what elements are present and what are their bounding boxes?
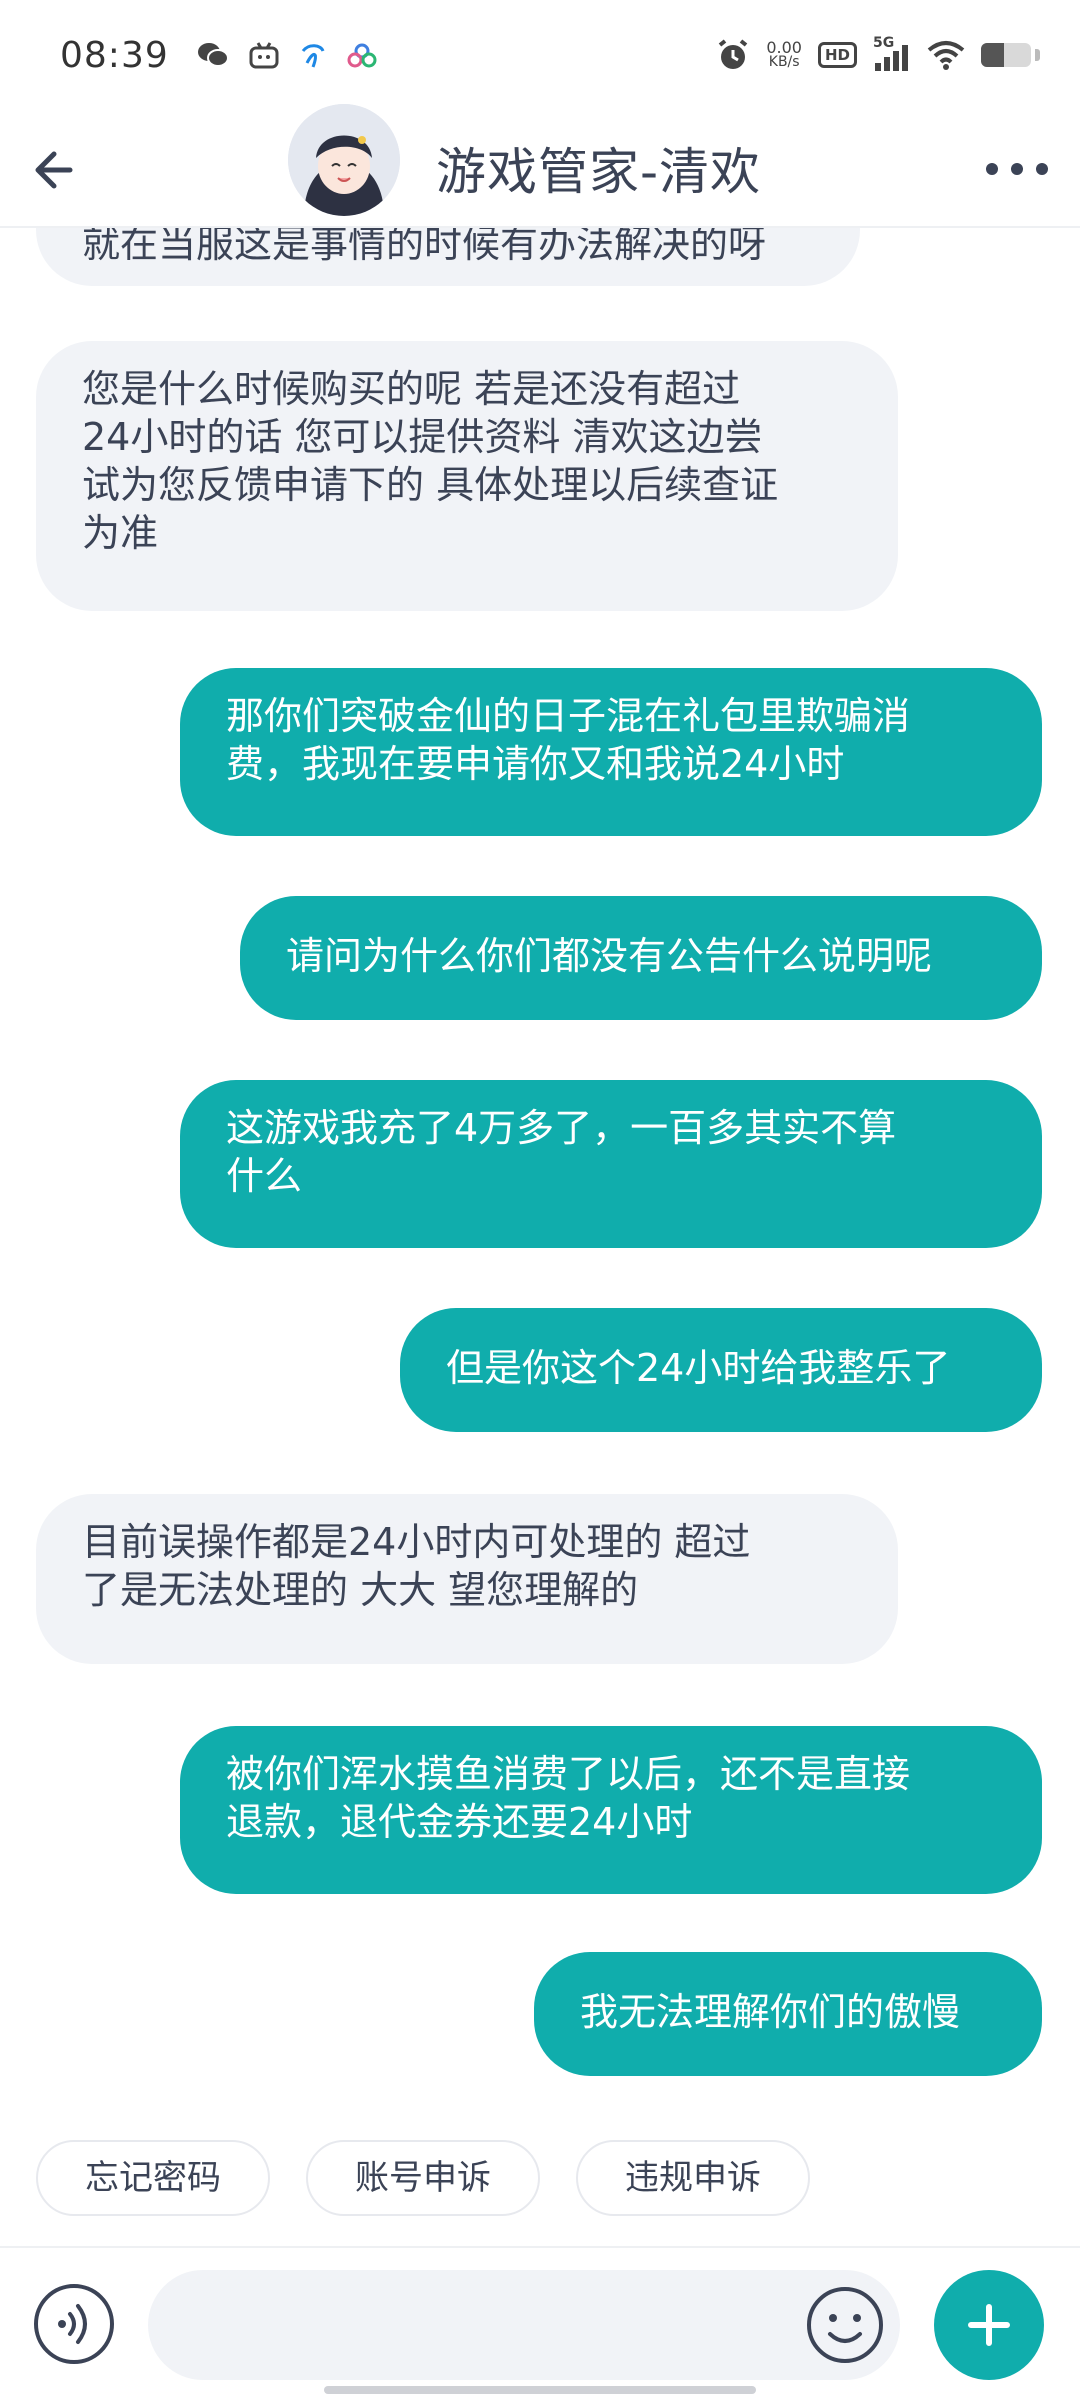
quick-reply-account-appeal[interactable]: 账号申诉 [306,2140,540,2216]
avatar[interactable] [288,104,400,216]
network-type-label: 5G [873,35,895,51]
page-title: 游戏管家-清欢 [436,143,762,201]
back-arrow-icon[interactable] [26,140,86,200]
battery-level [981,43,1004,67]
avatar-image [288,104,400,216]
message-list[interactable]: 就在当服这是事情的时候有办法解决的呀 您是什么时候购买的呢 若是还没有超过 24… [0,226,1080,2126]
quick-reply-forgot-password[interactable]: 忘记密码 [36,2140,270,2216]
more-options-icon[interactable] [982,144,1052,194]
status-app-icons [197,41,377,69]
cellular-signal: 5G [873,35,911,71]
telecom-icon [301,44,325,68]
message-bubble-outgoing[interactable]: 请问为什么你们都没有公告什么说明呢 [240,896,1042,1020]
emoji-icon[interactable] [804,2284,886,2366]
chat-header: 游戏管家-清欢 [0,104,1080,228]
battery-icon [981,43,1031,67]
input-bar [0,2246,1080,2402]
bilibili-icon [249,42,279,69]
message-bubble-outgoing[interactable]: 我无法理解你们的傲慢 [534,1952,1042,2076]
cloud-icon [347,43,377,68]
battery-cap [1035,49,1040,61]
add-attachment-button[interactable] [934,2270,1044,2380]
quick-reply-bar: 忘记密码 账号申诉 违规申诉 [0,2140,1080,2220]
net-speed-unit: KB/s [768,54,800,70]
message-bubble-outgoing[interactable]: 被你们浑水摸鱼消费了以后，还不是直接 退款，退代金券还要24小时 [180,1726,1042,1894]
home-indicator[interactable] [324,2386,756,2394]
message-bubble-outgoing[interactable]: 这游戏我充了4万多了，一百多其实不算 什么 [180,1080,1042,1248]
message-bubble-outgoing[interactable]: 但是你这个24小时给我整乐了 [400,1308,1042,1432]
message-bubble-incoming[interactable]: 就在当服这是事情的时候有办法解决的呀 [36,226,860,286]
message-bubble-incoming[interactable]: 目前误操作都是24小时内可处理的 超过 了是无法处理的 大大 望您理解的 [36,1494,898,1664]
wechat-icon [197,43,229,67]
status-time: 08:39 [60,34,169,76]
status-indicators: 0.00 KB/s HD 5G [716,35,1040,72]
net-speed: 0.00 KB/s [766,38,802,70]
voice-input-icon[interactable] [32,2282,116,2366]
net-speed-value: 0.00 [766,38,802,57]
wifi-icon [927,41,965,70]
hd-badge: HD [817,42,857,68]
alarm-icon [719,39,748,69]
message-input[interactable] [148,2270,900,2380]
message-bubble-incoming[interactable]: 您是什么时候购买的呢 若是还没有超过 24小时的话 您可以提供资料 清欢这边尝 … [36,341,898,611]
message-bubble-outgoing[interactable]: 那你们突破金仙的日子混在礼包里欺骗消 费，我现在要申请你又和我说24小时 [180,668,1042,836]
status-bar: 08:39 0.00 KB/s HD 5G [0,0,1080,110]
plus-icon [968,2304,1010,2346]
quick-reply-violation-appeal[interactable]: 违规申诉 [576,2140,810,2216]
